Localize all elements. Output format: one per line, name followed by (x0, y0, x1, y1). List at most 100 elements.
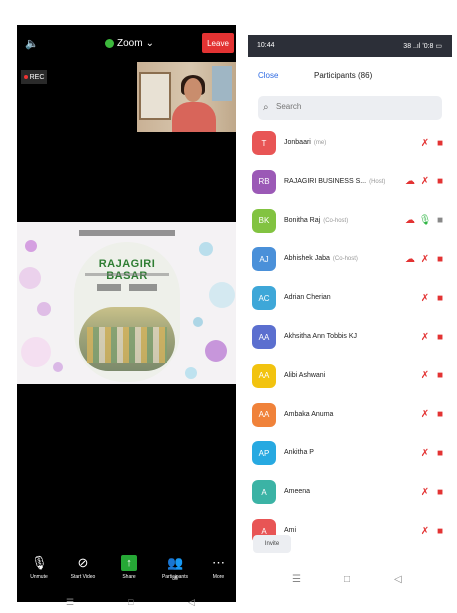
mic-off-icon: ✗ (420, 292, 430, 304)
participant-status-icons: ☁ 🎙 ■ (404, 215, 446, 227)
start-video-button[interactable]: ⊘ Start Video (63, 555, 103, 580)
left-nav-bar: ☰ □ ◁ (48, 597, 198, 611)
participant-row[interactable]: T Jonbaari (me) ✗ ■ (248, 127, 452, 165)
mic-off-icon: ✗ (420, 525, 430, 537)
status-time: 10:44 (257, 42, 275, 49)
participant-status-icons: ☁ ✗ ■ (404, 253, 446, 265)
search-icon: ⌕ (263, 102, 269, 113)
participant-status-icons: ☁ ✗ ■ (404, 176, 446, 188)
participant-row[interactable]: AC Adrian Cherian ✗ ■ (248, 282, 452, 320)
avatar: AA (252, 363, 276, 388)
unmute-button[interactable]: 🎙 Unmute (19, 555, 59, 580)
participant-video-tile[interactable] (137, 62, 236, 132)
avatar: AP (252, 441, 276, 466)
avatar: T (252, 131, 276, 155)
participant-name-text: Abhishek Jaba (284, 255, 330, 263)
participants-icon: 👥86 (167, 555, 184, 582)
back-icon[interactable]: ◁ (188, 597, 195, 608)
home-icon[interactable]: □ (128, 597, 133, 607)
menu-icon[interactable]: ☰ (66, 597, 74, 608)
slide-brand: RAJAGIRI BASAR (98, 258, 156, 282)
mic-off-icon: ✗ (420, 370, 430, 382)
status-indicators: 38 ..ıl ʹ0:8 ▭ (403, 43, 442, 50)
participant-row[interactable]: AA Akhsitha Ann Tobbis KJ ✗ ■ (248, 321, 452, 359)
participants-header: Close Participants (86) (248, 57, 452, 92)
mic-off-icon: ✗ (420, 486, 430, 498)
participant-row[interactable]: BK Bonitha Raj (Co-host) ☁ 🎙 ■ (248, 205, 452, 243)
video-off-icon: ■ (436, 176, 444, 188)
video-off-icon: ■ (436, 525, 444, 537)
right-nav-bar: ☰ □ ◁ (248, 566, 452, 592)
participant-row[interactable]: AA Ambaka Anuma ✗ ■ (248, 399, 452, 437)
mic-off-icon: ✗ (420, 331, 430, 343)
leave-button[interactable]: Leave (202, 33, 234, 53)
participant-row[interactable]: AJ Abhishek Jaba (Co-host) ☁ ✗ ■ (248, 243, 452, 281)
share-button[interactable]: ↑ Share (109, 555, 149, 580)
mic-off-icon: ✗ (420, 253, 430, 265)
participant-name: Ameena (284, 488, 313, 495)
video-off-icon: ■ (436, 331, 444, 343)
participant-name-text: Adrian Cherian (284, 294, 331, 302)
avatar: RB (252, 169, 276, 194)
close-button[interactable]: Close (258, 71, 278, 80)
participant-name: Akhsitha Ann Tobbis KJ (284, 333, 360, 340)
participants-button[interactable]: 👥86 Participants (155, 555, 195, 582)
menu-icon[interactable]: ☰ (292, 574, 301, 585)
participant-name-text: Ameena (284, 488, 311, 496)
participant-name: RAJAGIRI BUSINESS S... (Host) (284, 178, 385, 185)
video-off-icon: ■ (436, 292, 444, 304)
video-off-icon: ■ (436, 370, 444, 382)
rec-label: REC (29, 73, 45, 81)
record-dot-icon (23, 75, 28, 79)
shared-screen: RAJAGIRI BASAR (17, 222, 236, 384)
meeting-title[interactable]: Zoom ⌄ (105, 38, 154, 49)
participant-status-icons: ✗ ■ (419, 525, 446, 537)
participant-role-tag: (Co-host) (323, 217, 349, 224)
search-input[interactable] (274, 101, 438, 112)
participant-name: Jonbaari (me) (284, 139, 326, 146)
participant-role-tag: (Host) (369, 178, 386, 185)
shield-icon (105, 39, 114, 48)
participant-name-text: RAJAGIRI BUSINESS S... (284, 177, 367, 185)
mic-off-icon: ✗ (420, 176, 430, 188)
home-icon[interactable]: □ (344, 574, 350, 585)
participant-row[interactable]: AP Ankitha P ✗ ■ (248, 437, 452, 475)
meeting-toolbar: 🎙 Unmute ⊘ Start Video ↑ Share 👥86 Parti… (17, 552, 236, 602)
cloud-record-icon: ☁ (405, 253, 415, 265)
mic-off-icon: ✗ (420, 409, 430, 421)
recording-badge: REC (21, 70, 47, 84)
share-icon: ↑ (121, 555, 137, 571)
participant-row[interactable]: RB RAJAGIRI BUSINESS S... (Host) ☁ ✗ ■ (248, 166, 452, 204)
participant-name-text: Bonitha Raj (284, 216, 321, 224)
speaker-icon[interactable]: 🔈 (25, 37, 39, 50)
mic-off-icon: ✗ (420, 447, 430, 459)
search-box[interactable]: ⌕ (258, 96, 442, 120)
avatar: A (252, 480, 276, 505)
video-off-icon: ■ (436, 253, 444, 265)
participant-status-icons: ✗ ■ (419, 370, 446, 382)
avatar: AA (252, 325, 276, 349)
mic-off-icon: ✗ (420, 137, 430, 149)
participant-name-text: Ami (284, 527, 297, 534)
avatar: BK (252, 208, 276, 233)
video-off-icon: ■ (436, 137, 444, 149)
more-button[interactable]: ⋯ More (201, 555, 236, 580)
invite-button[interactable]: Invite (253, 535, 291, 553)
cloud-record-icon: ☁ (405, 176, 415, 188)
back-icon[interactable]: ◁ (394, 574, 402, 585)
participant-status-icons: ✗ ■ (419, 292, 446, 304)
more-icon: ⋯ (212, 555, 225, 570)
app-title: Zoom (117, 38, 143, 49)
participant-row[interactable]: A Ameena ✗ ■ (248, 476, 452, 514)
mic-on-icon: 🎙 (418, 215, 432, 227)
participant-status-icons: ✗ ■ (419, 409, 446, 421)
status-bar: 10:44 38 ..ıl ʹ0:8 ▭ (248, 35, 452, 57)
video-off-icon: ■ (436, 447, 444, 459)
participants-screen: 10:44 38 ..ıl ʹ0:8 ▭ Close Participants … (248, 35, 452, 595)
participant-row[interactable]: AA Alibi Ashwani ✗ ■ (248, 360, 452, 398)
avatar: AA (252, 402, 276, 427)
video-on-icon: ■ (436, 215, 444, 227)
avatar: AJ (252, 247, 276, 272)
cloud-record-icon: ☁ (405, 215, 415, 227)
meeting-top-bar: 🔈 Zoom ⌄ Leave (17, 25, 236, 57)
